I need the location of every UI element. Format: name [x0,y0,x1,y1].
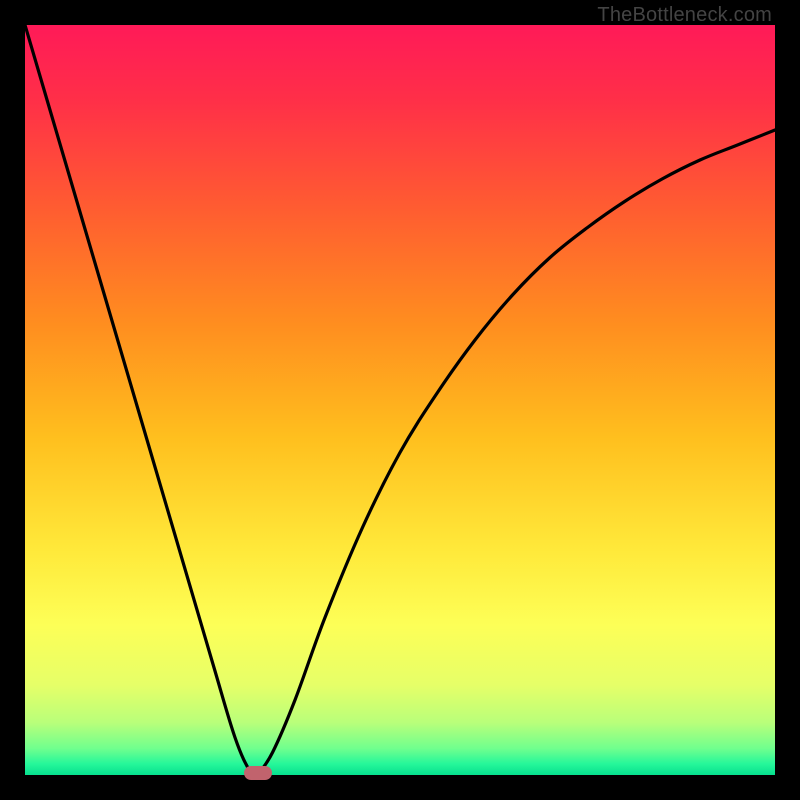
watermark-text: TheBottleneck.com [597,4,772,27]
plot-area [25,25,775,775]
chart-frame [25,25,775,775]
curve-left-branch [25,25,258,775]
curve-layer [25,25,775,775]
curve-right-branch [258,130,776,775]
trough-marker [244,766,272,780]
